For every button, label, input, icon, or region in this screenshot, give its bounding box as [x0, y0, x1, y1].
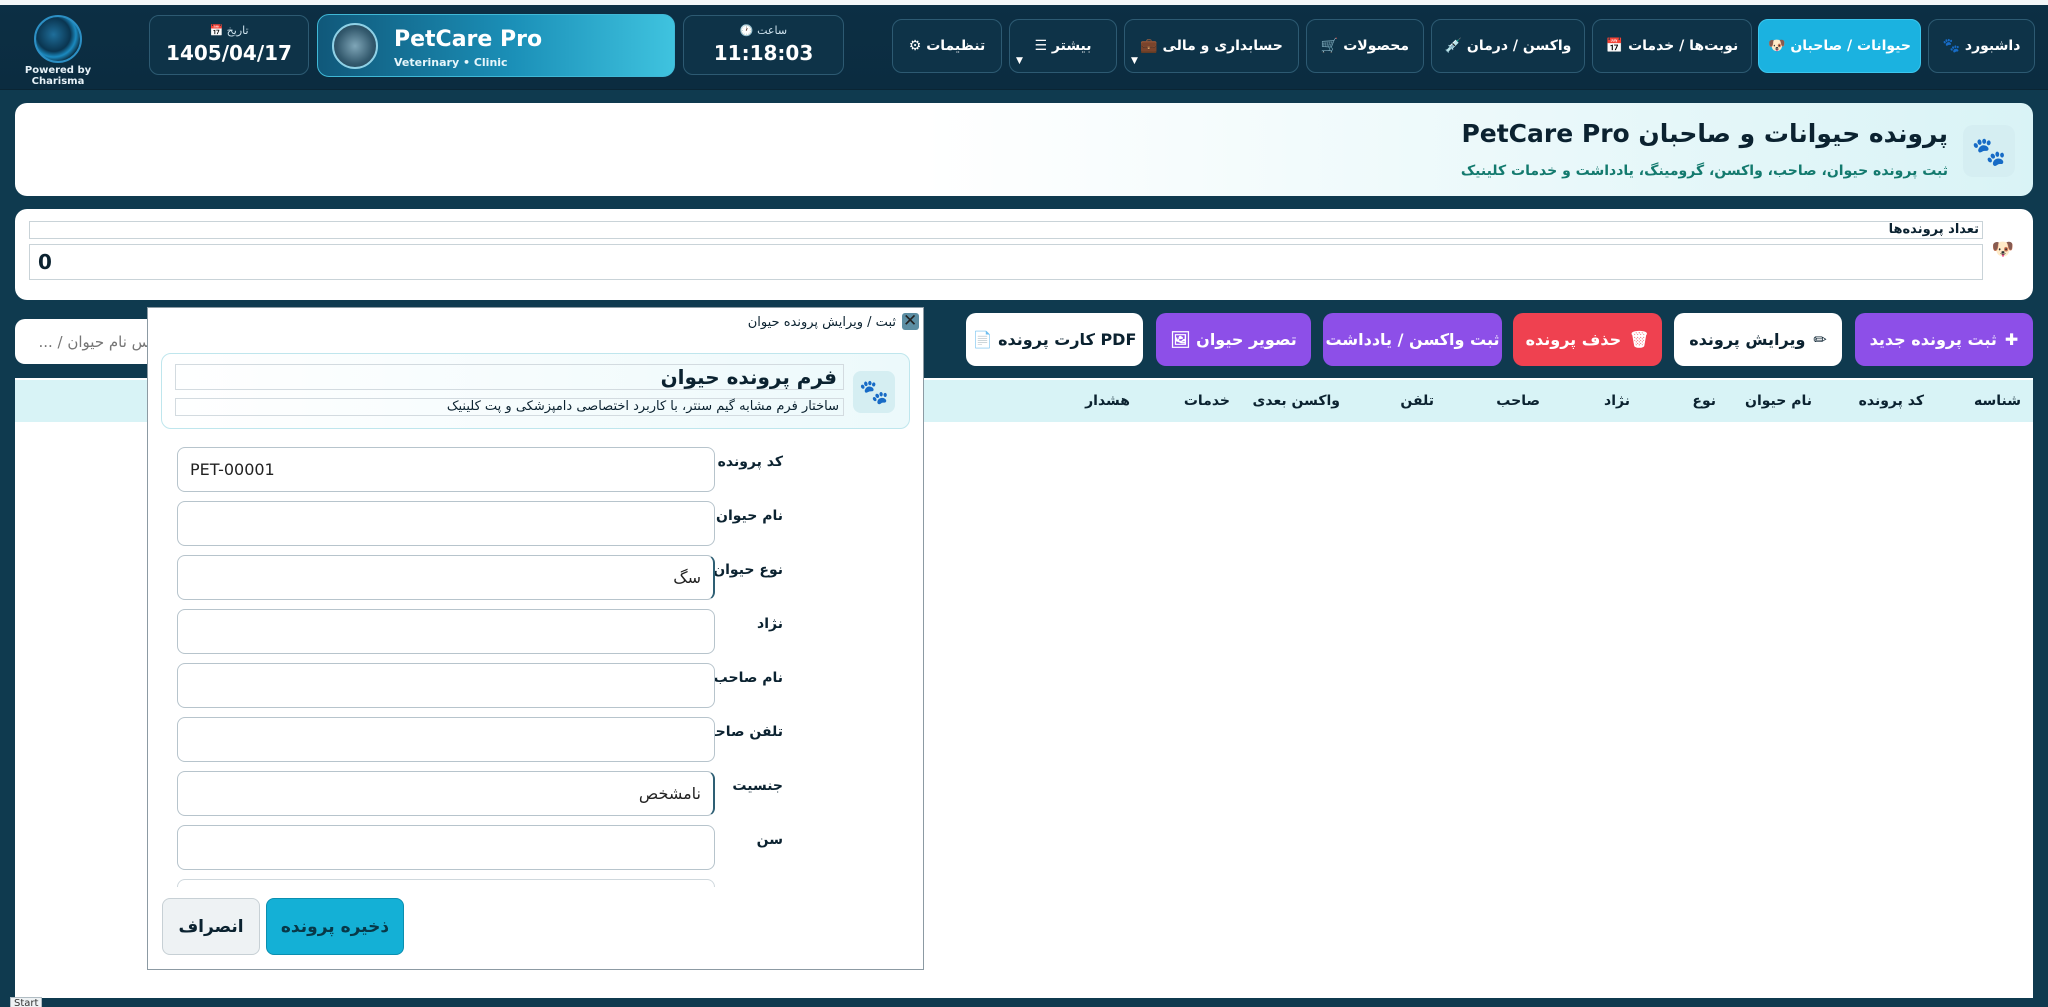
powered-by-label: Powered by Charisma [24, 65, 92, 87]
close-icon[interactable]: ✕ [903, 311, 917, 331]
date-value: 1405/04/17 [166, 41, 292, 65]
pet-name-label: نام حیوان [716, 508, 783, 524]
pdf-card-button[interactable]: 📄 کارت پرونده PDF [966, 313, 1143, 366]
pdf-card-label: 📄 کارت پرونده PDF [972, 330, 1137, 349]
col-services[interactable]: خدمات [1184, 393, 1230, 409]
nav-more[interactable]: ☰ بیشتر ▼ [1009, 19, 1117, 73]
page-header-card: 🐾 پرونده حیوانات و صاحبان PetCare Pro ثب… [15, 103, 2033, 196]
pencil-icon: ✏ [1813, 330, 1827, 349]
pet-image-label: 🖼 تصویر حیوان [1170, 330, 1297, 349]
nav-appointments-label: 📅 نوبت‌ها / خدمات [1605, 38, 1739, 54]
cancel-button[interactable]: انصراف [162, 898, 260, 955]
col-type[interactable]: نوع [1692, 393, 1716, 409]
date-widget: 📅 تاریخ 1405/04/17 [149, 15, 309, 75]
col-owner[interactable]: صاحب [1496, 393, 1540, 409]
edit-record-button[interactable]: ویرایش پرونده ✏ [1674, 313, 1842, 366]
record-code-field[interactable] [177, 447, 715, 492]
age-field[interactable] [177, 825, 715, 870]
pet-name-field[interactable] [177, 501, 715, 546]
search-box[interactable] [15, 319, 160, 364]
nav-appointments[interactable]: 📅 نوبت‌ها / خدمات [1592, 19, 1752, 73]
vaccine-note-label: ثبت واکسن / یادداشت [1325, 330, 1500, 349]
time-label: 🕐 ساعت [739, 24, 788, 37]
window-strip [0, 0, 2048, 5]
save-record-button[interactable]: ذخیره پرونده [266, 898, 404, 955]
records-count-card: 🐶 تعداد پرونده‌ها 0 [15, 209, 2033, 300]
next-field-edge [177, 879, 715, 887]
breed-field[interactable] [177, 609, 715, 654]
nav-pets-owners-label: 🐶 حیوانات / صاحبان [1768, 38, 1911, 54]
nav-settings[interactable]: ⚙ تنظیمات [892, 19, 1002, 73]
owner-name-field[interactable] [177, 663, 715, 708]
nav-pets-owners[interactable]: 🐶 حیوانات / صاحبان [1758, 19, 1921, 73]
brand-title: PetCare Pro [394, 27, 543, 52]
form-header: 🐾 فرم پرونده حیوان ساختار فرم مشابه گیم … [161, 353, 910, 429]
breed-label: نژاد [757, 616, 783, 632]
age-label: سن [756, 832, 783, 848]
dialog-title: ثبت / ویرایش پرونده حیوان [747, 315, 896, 330]
date-label: 📅 تاریخ [209, 24, 249, 37]
pet-record-dialog: ثبت / ویرایش پرونده حیوان ✕ 🐾 فرم پرونده… [147, 307, 924, 970]
col-phone[interactable]: تلفن [1400, 393, 1434, 409]
new-record-button[interactable]: ثبت پرونده جدید ✚ [1855, 313, 2033, 366]
paw-icon: 🐾 [1963, 125, 2015, 177]
records-count-label: تعداد پرونده‌ها [29, 221, 1983, 239]
records-count-value: 0 [29, 244, 1983, 280]
brand-banner: PetCare Pro Veterinary • Clinic [317, 14, 675, 77]
plus-icon: ✚ [2004, 330, 2019, 349]
dog-icon: 🐶 [1991, 239, 2015, 260]
vet-badge-icon [332, 23, 378, 69]
record-code-label: کد پرونده [717, 454, 783, 470]
nav-dashboard[interactable]: 🐾 داشبورد [1928, 19, 2035, 73]
form-title: فرم پرونده حیوان [175, 364, 844, 390]
top-bar: Powered by Charisma 📅 تاریخ 1405/04/17 P… [0, 0, 2048, 90]
vaccine-note-button[interactable]: ثبت واکسن / یادداشت [1323, 313, 1502, 366]
search-input[interactable] [15, 319, 160, 364]
col-id[interactable]: شناسه [1974, 393, 2021, 409]
delete-record-button[interactable]: حذف پرونده 🗑 [1513, 313, 1662, 366]
start-button[interactable]: Start [10, 997, 43, 1007]
gender-label: جنسیت [732, 778, 783, 794]
swirl-logo-icon [34, 15, 82, 63]
nav-products[interactable]: 🛒 محصولات [1306, 19, 1424, 73]
nav-dashboard-label: 🐾 داشبورد [1942, 38, 2021, 54]
nav-vaccine[interactable]: 💉 واکسن / درمان [1431, 19, 1585, 73]
nav-more-label: ☰ بیشتر [1034, 38, 1092, 54]
clock-widget: 🕐 ساعت 11:18:03 [683, 15, 844, 75]
col-pet-name[interactable]: نام حیوان [1745, 393, 1812, 409]
page-subtitle: ثبت پرونده حیوان، صاحب، واکسن، گرومینگ، … [1460, 163, 1948, 179]
nav-settings-label: ⚙ تنظیمات [908, 38, 986, 54]
pet-type-label: نوع حیوان [713, 562, 783, 578]
nav-vaccine-label: 💉 واکسن / درمان [1444, 38, 1572, 54]
pet-image-button[interactable]: 🖼 تصویر حیوان [1156, 313, 1311, 366]
time-value: 11:18:03 [713, 41, 814, 65]
paw-icon: 🐾 [853, 371, 895, 413]
col-breed[interactable]: نژاد [1604, 393, 1630, 409]
owner-name-label: نام صاحب [713, 670, 783, 686]
charisma-logo: Powered by Charisma [8, 15, 108, 87]
owner-phone-field[interactable] [177, 717, 715, 762]
dialog-title-bar: ثبت / ویرایش پرونده حیوان ✕ [148, 308, 923, 338]
chevron-down-icon: ▼ [1016, 56, 1023, 66]
col-record-code[interactable]: کد پرونده [1859, 393, 1924, 409]
pet-type-select[interactable] [177, 555, 715, 600]
edit-record-label: ویرایش پرونده [1689, 330, 1806, 349]
nav-products-label: 🛒 محصولات [1320, 38, 1410, 54]
nav-accounting[interactable]: 💼 حسابداری و مالی ▼ [1124, 19, 1299, 73]
page-title: پرونده حیوانات و صاحبان PetCare Pro [1461, 119, 1948, 148]
trash-icon: 🗑 [1629, 330, 1650, 349]
delete-record-label: حذف پرونده [1525, 330, 1622, 349]
gender-select[interactable] [177, 771, 715, 816]
nav-accounting-label: 💼 حسابداری و مالی [1140, 38, 1283, 54]
col-warning[interactable]: هشدار [1085, 393, 1130, 409]
chevron-down-icon: ▼ [1131, 56, 1138, 66]
brand-subtitle: Veterinary • Clinic [394, 56, 508, 69]
col-next-vaccine[interactable]: واکسن بعدی [1253, 393, 1340, 409]
form-subtitle: ساختار فرم مشابه گیم سنتر، با کاربرد اخت… [175, 398, 844, 416]
new-record-label: ثبت پرونده جدید [1869, 330, 1997, 349]
